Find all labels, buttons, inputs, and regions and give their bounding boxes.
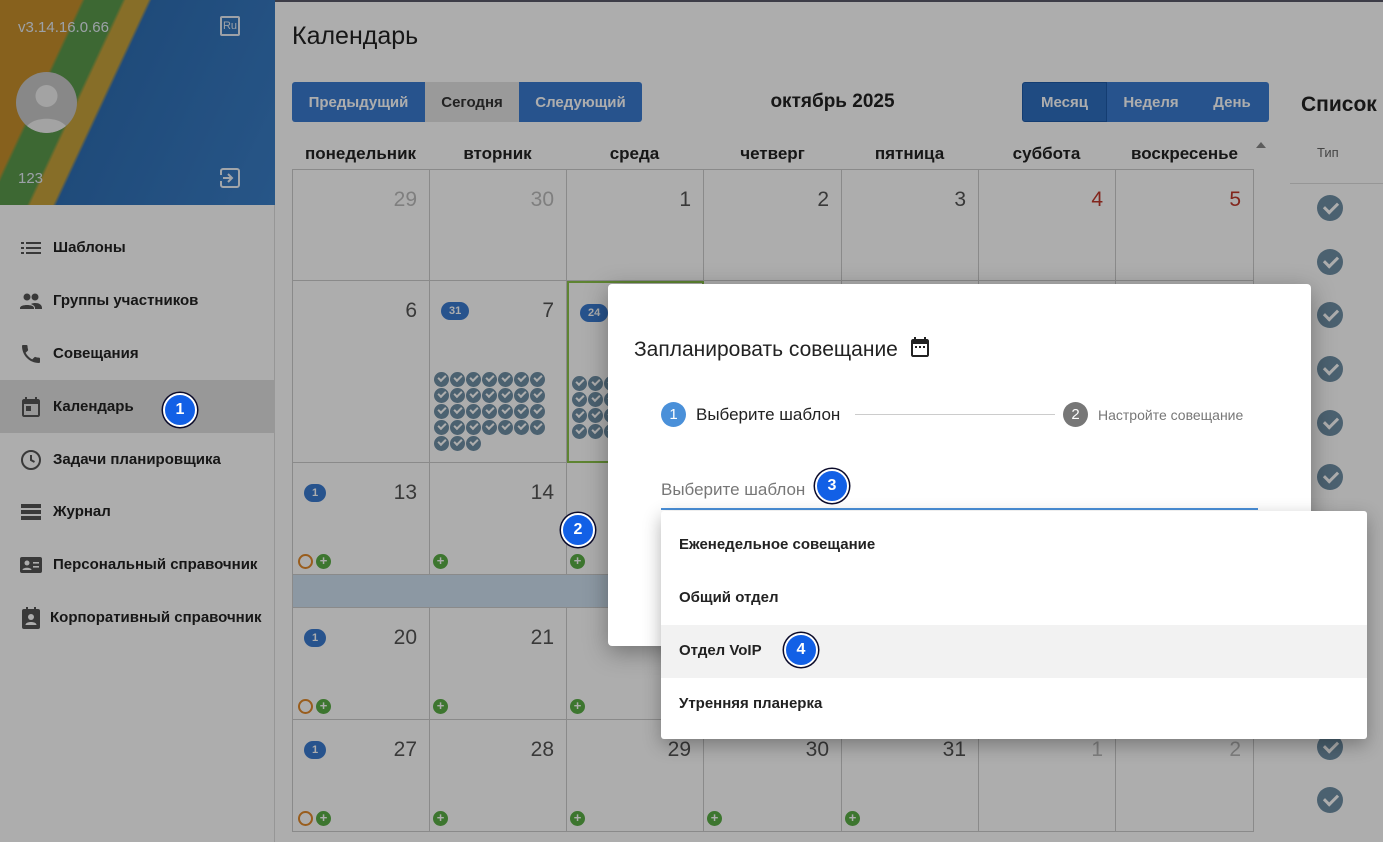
dropdown-option[interactable]: Утренняя планерка (661, 678, 1367, 731)
template-dropdown-menu: Еженедельное совещание Общий отдел Отдел… (661, 511, 1367, 739)
annotation-marker: 3 (815, 469, 849, 503)
dialog-title-text: Запланировать совещание (634, 338, 898, 361)
calendar-icon (910, 337, 929, 357)
annotation-marker: 4 (784, 633, 818, 667)
dropdown-option[interactable]: Общий отдел (661, 572, 1367, 625)
option-label: Утренняя планерка (679, 695, 823, 712)
dialog-title: Запланировать совещание (634, 335, 932, 362)
option-label: Отдел VoIP (679, 642, 762, 659)
step-1-label: Выберите шаблон (696, 405, 841, 424)
step-1-indicator: 1 (661, 402, 686, 427)
option-label: Общий отдел (679, 589, 779, 606)
dropdown-option[interactable]: Еженедельное совещание (661, 519, 1367, 572)
step-2-label: Настройте совещание (1098, 407, 1244, 423)
stepper-connector (855, 414, 1055, 415)
template-select-placeholder: Выберите шаблон (661, 480, 806, 499)
step-2-indicator: 2 (1063, 402, 1088, 427)
dropdown-option-highlighted[interactable]: Отдел VoIP (661, 625, 1367, 678)
annotation-marker: 1 (163, 393, 197, 427)
template-select[interactable]: Выберите шаблон (661, 462, 1258, 510)
annotation-marker: 2 (561, 513, 595, 547)
option-label: Еженедельное совещание (679, 536, 876, 553)
